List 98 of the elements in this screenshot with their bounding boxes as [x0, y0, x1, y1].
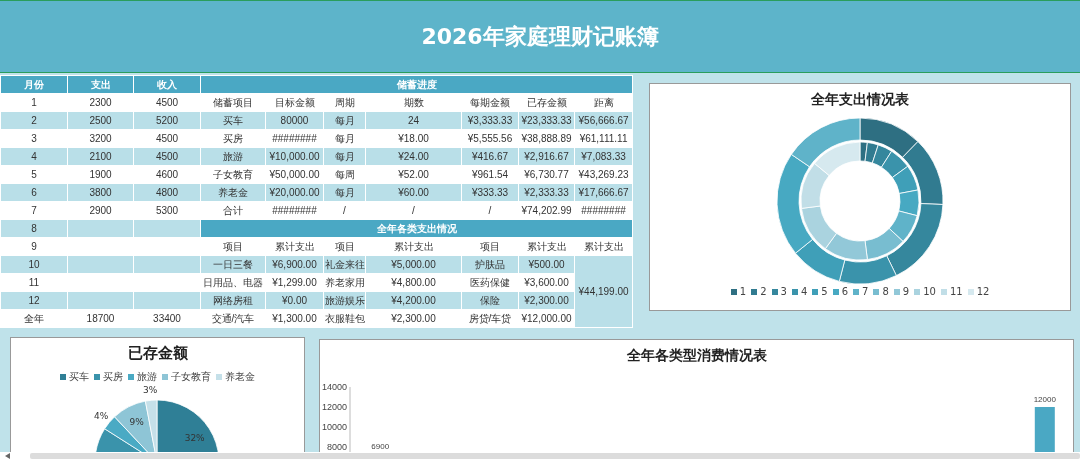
table-cell: 子女教育	[200, 165, 266, 184]
table-cell: 买房	[200, 129, 266, 148]
legend-label: 买车	[69, 370, 89, 384]
column-header: 期数	[365, 93, 462, 112]
legend-label: 1	[739, 286, 747, 297]
chart-title: 已存金额	[127, 343, 188, 364]
legend-label: 10	[923, 286, 936, 297]
legend-label: 3	[780, 286, 787, 297]
table-cell: /	[323, 201, 366, 220]
column-header: 每期金额	[461, 93, 519, 112]
table-cell: ¥2,300.00	[365, 309, 462, 328]
table-cell: ¥6,730.77	[518, 165, 575, 184]
axis-tick-label: 10000	[321, 422, 347, 432]
legend-label: 买房	[103, 370, 123, 384]
data-label: 4%	[93, 410, 109, 421]
table-cell: 4500	[133, 129, 201, 148]
table-cell: 18700	[67, 309, 134, 328]
table-cell: ¥43,269.23	[574, 165, 633, 184]
table-cell: 1	[0, 93, 68, 112]
column-header: 储蓄项目	[200, 93, 266, 112]
table-cell: ¥38,888.89	[518, 129, 575, 148]
table-cell: ¥1,300.00	[265, 309, 324, 328]
table-cell: 5	[0, 165, 68, 184]
column-header: 累计支出	[574, 237, 633, 256]
legend-label: 9	[902, 286, 910, 297]
table-cell: 全年	[0, 309, 68, 328]
legend-label: 7	[862, 286, 869, 297]
column-header: 项目	[323, 237, 366, 256]
data-label: 6900	[371, 442, 390, 451]
table-cell: ¥5,555.56	[461, 129, 519, 148]
table-cell: 3	[0, 129, 68, 148]
table-cell: 房贷/车贷	[461, 309, 519, 328]
table-cell: 4600	[133, 165, 201, 184]
table-cell: ########	[265, 201, 324, 220]
column-header: 已存金额	[518, 93, 575, 112]
table-cell: 2900	[67, 201, 134, 220]
table-cell: ¥61,111.11	[574, 129, 633, 148]
table-cell: 1900	[67, 165, 134, 184]
column-header: 周期	[323, 93, 366, 112]
table-cell: 7	[0, 201, 68, 220]
column-header: 累计支出	[265, 237, 324, 256]
table-cell: /	[461, 201, 519, 220]
chart-title: 全年各类型消费情况表	[625, 346, 768, 365]
table-cell: ¥74,202.99	[518, 201, 575, 220]
legend-label: 子女教育	[171, 370, 211, 384]
legend-label: 旅游	[137, 370, 157, 384]
data-label: 9%	[129, 417, 144, 428]
table-cell: 9	[0, 237, 68, 256]
column-header: 项目	[200, 237, 266, 256]
table-cell: 11	[0, 273, 68, 292]
table-cell: ¥52.00	[365, 165, 462, 184]
axis-tick-label: 8000	[326, 442, 347, 452]
column-header: 月份	[0, 75, 68, 94]
table-cell: 衣服鞋包	[323, 309, 366, 328]
legend-label: 12	[976, 286, 990, 297]
column-header: 项目	[461, 237, 519, 256]
table-cell: ########	[265, 129, 324, 148]
table-cell: 养老家用	[323, 273, 366, 292]
table-cell: ¥44,199.00	[574, 255, 633, 328]
column-header: 距离	[574, 93, 633, 112]
table-cell: ¥4,800.00	[365, 273, 462, 292]
column-header: 目标金额	[265, 93, 324, 112]
column-header: 累计支出	[365, 237, 462, 256]
table-cell: 每周	[323, 165, 366, 184]
legend-label: 养老金	[225, 370, 255, 384]
table-cell: 2300	[67, 93, 134, 112]
data-label: 3%	[143, 385, 158, 395]
workbook-title: 2026年家庭理财记账簿	[421, 22, 659, 51]
table-cell: 交通/汽车	[200, 309, 266, 328]
section-header: 储蓄进度	[200, 75, 633, 94]
table-cell: 每月	[323, 129, 366, 148]
table-cell: 3200	[67, 129, 134, 148]
axis-tick-label: 14000	[321, 382, 347, 392]
legend-label: 11	[949, 286, 963, 297]
legend-label: 2	[760, 286, 767, 297]
axis-tick-label: 12000	[321, 402, 347, 412]
table-cell: ¥961.54	[461, 165, 519, 184]
data-label: 32%	[184, 433, 205, 444]
legend-label: 6	[841, 286, 849, 297]
table-cell: /	[365, 201, 462, 220]
column-header: 支出	[67, 75, 134, 94]
table-cell: 医药保健	[461, 273, 519, 292]
table-cell: ¥1,299.00	[265, 273, 324, 292]
legend-label: 8	[882, 286, 889, 297]
table-cell: ########	[574, 201, 633, 220]
column-header: 收入	[133, 75, 201, 94]
table-cell: ¥50,000.00	[265, 165, 324, 184]
table-cell: 日用品、电器	[200, 273, 266, 292]
table-cell: 合计	[200, 201, 266, 220]
table-cell: 4500	[133, 93, 201, 112]
table-cell: 5300	[133, 201, 201, 220]
data-label: 12000	[1033, 395, 1056, 404]
chart-title: 全年支出情况表	[811, 90, 910, 109]
column-header: 累计支出	[518, 237, 575, 256]
table-cell: 33400	[133, 309, 201, 328]
table-cell: ¥18.00	[365, 129, 462, 148]
legend-label: 4	[800, 286, 808, 297]
legend-label: 5	[821, 286, 828, 297]
